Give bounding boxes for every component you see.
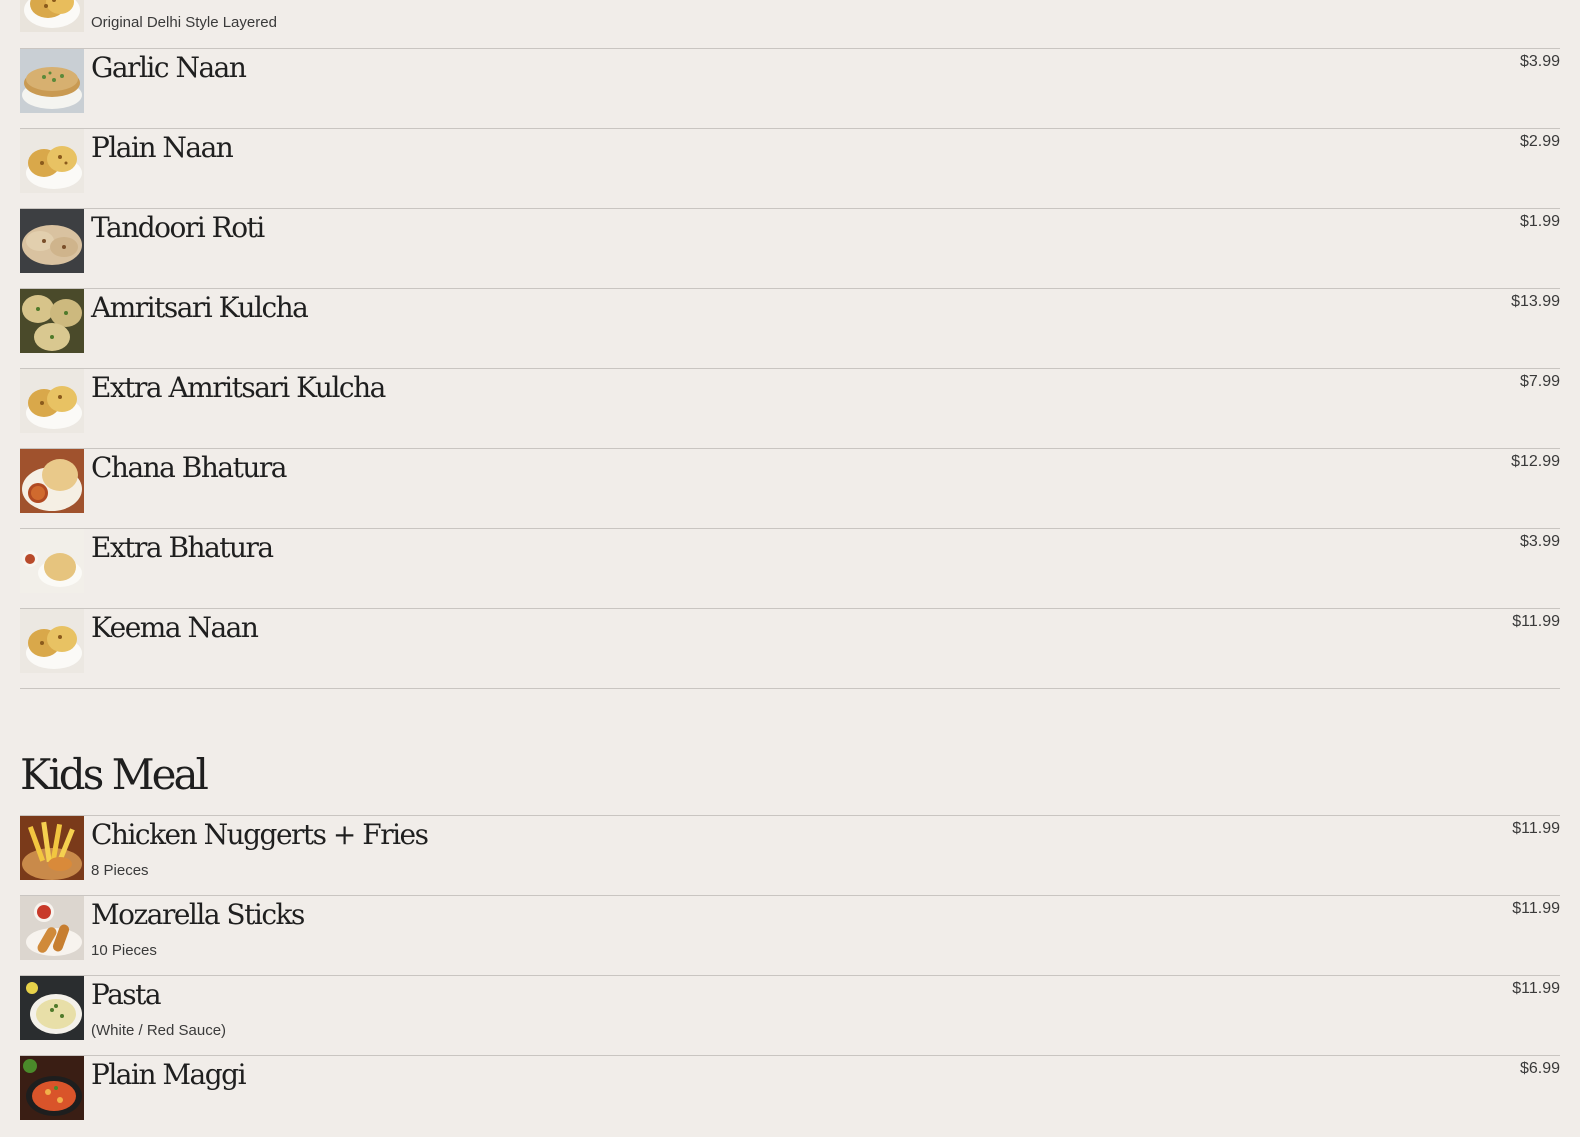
menu-item-price: $3.99 — [1519, 53, 1560, 70]
naan-icon — [20, 609, 84, 673]
roti-icon — [20, 209, 84, 273]
menu-item-name: Extra Amritsari Kulcha — [91, 371, 386, 404]
menu-item-price: $7.99 — [1519, 373, 1560, 390]
menu-item-price: $11.99 — [1512, 820, 1560, 837]
menu-item-name: Garlic Naan — [91, 51, 247, 84]
menu-item-price: $3.99 — [1519, 533, 1560, 550]
kulcha-icon — [20, 289, 84, 353]
menu-item-description: Original Delhi Style Layered — [91, 14, 277, 31]
menu-item-description: 10 Pieces — [91, 942, 157, 959]
menu-item-name: Tandoori Roti — [91, 211, 265, 244]
menu-item[interactable]: Plain Maggi $6.99 — [20, 1055, 1560, 1135]
menu-item-description: (White / Red Sauce) — [91, 1022, 227, 1039]
naan-icon — [20, 129, 84, 193]
menu-item-description: 8 Pieces — [91, 862, 149, 879]
maggi-icon — [20, 1056, 84, 1120]
fries-icon — [20, 816, 84, 880]
menu-item-name: Chicken Nuggerts + Fries — [91, 818, 429, 851]
naan-icon — [20, 0, 84, 32]
menu-item[interactable]: Mozarella Sticks 10 Pieces $11.99 — [20, 895, 1560, 975]
menu-item-name: Keema Naan — [91, 611, 259, 644]
menu-item-name: Extra Bhatura — [91, 531, 274, 564]
menu-item[interactable]: Extra Bhatura $3.99 — [20, 528, 1560, 608]
menu-item[interactable]: Garlic Naan $3.99 — [20, 48, 1560, 128]
pasta-icon — [20, 976, 84, 1040]
menu-item-name: Chana Bhatura — [91, 451, 287, 484]
menu-item[interactable]: Plain Naan $2.99 — [20, 128, 1560, 208]
menu-item[interactable]: Original Delhi Style Layered — [20, 0, 1560, 48]
menu-item-price: $6.99 — [1519, 1060, 1560, 1077]
mozzarella-sticks-icon — [20, 896, 84, 960]
menu-item[interactable]: Chicken Nuggerts + Fries 8 Pieces $11.99 — [20, 815, 1560, 895]
menu-item-price: $11.99 — [1512, 613, 1560, 630]
bhatura-plate-icon — [20, 529, 84, 593]
menu-item-price: $11.99 — [1512, 900, 1560, 917]
menu-item[interactable]: Pasta (White / Red Sauce) $11.99 — [20, 975, 1560, 1055]
menu-item[interactable]: Chana Bhatura $12.99 — [20, 448, 1560, 528]
garlic-naan-icon — [20, 49, 84, 113]
naan-icon — [20, 369, 84, 433]
menu-item-name: Plain Naan — [91, 131, 234, 164]
menu-item-price: $13.99 — [1511, 293, 1560, 310]
menu-item-price: $2.99 — [1519, 133, 1560, 150]
menu-item-name: Pasta — [91, 978, 162, 1011]
menu-item-price: $11.99 — [1512, 980, 1560, 997]
menu-item-price: $12.99 — [1511, 453, 1560, 470]
bhatura-icon — [20, 449, 84, 513]
menu-item-name: Amritsari Kulcha — [91, 291, 309, 324]
menu-list: Original Delhi Style Layered Garlic Naan… — [20, 0, 1560, 1135]
menu-item-name: Mozarella Sticks — [91, 898, 305, 931]
menu-item-name: Plain Maggi — [91, 1058, 247, 1091]
menu-item[interactable]: Extra Amritsari Kulcha $7.99 — [20, 368, 1560, 448]
menu-item[interactable]: Keema Naan $11.99 — [20, 608, 1560, 688]
menu-item[interactable]: Tandoori Roti $1.99 — [20, 208, 1560, 288]
section-title-kids-meal: Kids Meal — [20, 750, 209, 799]
menu-item[interactable]: Amritsari Kulcha $13.99 — [20, 288, 1560, 368]
menu-item-price: $1.99 — [1519, 213, 1560, 230]
